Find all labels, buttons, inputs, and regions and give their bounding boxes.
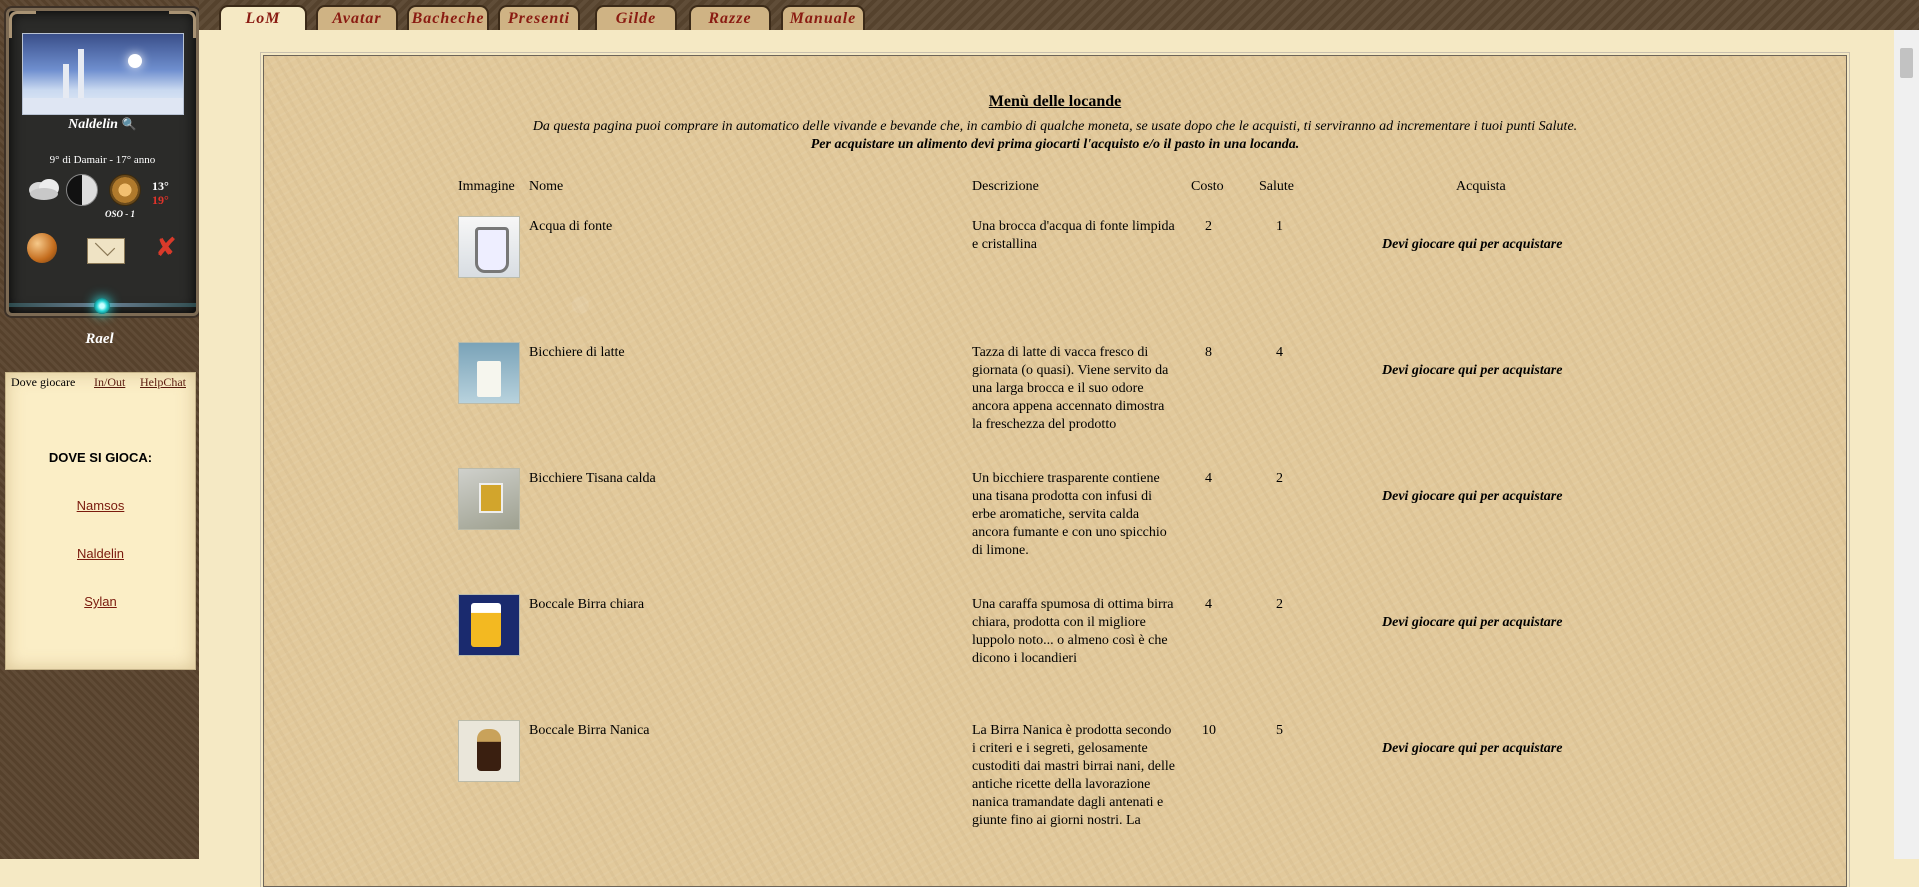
header-acquista: Acquista — [1456, 179, 1506, 194]
close-icon[interactable]: ✘ — [155, 233, 177, 263]
item-cost: 2 — [1205, 219, 1212, 234]
buy-note: Devi giocare qui per acquistare — [1382, 489, 1563, 504]
tower-shape — [78, 49, 84, 104]
tab-lom[interactable]: LoM — [219, 5, 307, 33]
buy-note: Devi giocare qui per acquistare — [1382, 741, 1563, 756]
item-name: Bicchiere Tisana calda — [529, 471, 656, 486]
temperature-secondary: 19° — [152, 193, 169, 207]
item-name: Boccale Birra chiara — [529, 597, 645, 612]
game-date: 9° di Damair - 17° anno — [49, 154, 156, 166]
menu-panel: Menù delle locande Da questa pagina puoi… — [260, 52, 1850, 887]
item-health: 2 — [1276, 597, 1283, 612]
item-description: Un bicchiere trasparente contiene una ti… — [972, 471, 1167, 558]
item-name: Bicchiere di latte — [529, 345, 625, 360]
beer-mug-icon — [458, 594, 520, 656]
tab-avatar[interactable]: Avatar — [316, 5, 398, 31]
item-description: Tazza di latte di vacca fresco di giorna… — [972, 345, 1169, 432]
header-immagine: Immagine — [458, 179, 515, 194]
item-cost: 4 — [1205, 471, 1212, 486]
status-frame: Naldelin 🔍 9° di Damair - 17° anno OSO - … — [6, 8, 199, 316]
envelope-icon[interactable] — [87, 238, 125, 264]
location-name-text[interactable]: Naldelin — [68, 117, 118, 132]
tab-helpchat[interactable]: HelpChat — [140, 375, 186, 390]
location-image[interactable] — [22, 33, 184, 115]
milk-glass-icon — [458, 342, 520, 404]
place-link-naldelin[interactable]: Naldelin — [6, 546, 195, 561]
location-name[interactable]: Naldelin 🔍 — [9, 117, 196, 133]
user-name[interactable]: Rael — [0, 331, 199, 348]
water-pitcher-icon — [458, 216, 520, 278]
item-cost: 4 — [1205, 597, 1212, 612]
moon-shape — [128, 54, 142, 68]
item-cost: 8 — [1205, 345, 1212, 360]
item-description: Una brocca d'acqua di fonte limpida e cr… — [972, 219, 1175, 252]
intro-note: Per acquistare un alimento devi prima gi… — [810, 137, 1300, 152]
item-health: 2 — [1276, 471, 1283, 486]
header-descrizione: Descrizione — [972, 179, 1039, 194]
tab-in-out[interactable]: In/Out — [94, 375, 125, 390]
main-content: Menù delle locande Da questa pagina puoi… — [199, 30, 1894, 887]
vertical-scrollbar[interactable] — [1894, 30, 1919, 859]
item-health: 4 — [1276, 345, 1283, 360]
item-cost: 10 — [1202, 723, 1216, 738]
search-icon[interactable]: 🔍 — [122, 117, 137, 131]
globe-icon[interactable] — [27, 233, 57, 263]
herbal-tea-icon — [458, 468, 520, 530]
header-costo: Costo — [1191, 179, 1224, 194]
place-link-sylan[interactable]: Sylan — [6, 594, 195, 609]
item-name: Acqua di fonte — [529, 219, 613, 234]
place-link-namsos[interactable]: Namsos — [6, 498, 195, 513]
tab-manuale[interactable]: Manuale — [781, 5, 865, 31]
item-description: Una caraffa spumosa di ottima birra chia… — [972, 597, 1174, 666]
scrollbar-thumb[interactable] — [1900, 48, 1913, 78]
item-name: Boccale Birra Nanica — [529, 723, 650, 738]
item-description: La Birra Nanica è prodotta secondo i cri… — [972, 723, 1175, 828]
wind-label: OSO - 1 — [105, 209, 136, 219]
top-tab-bar: LoM Avatar Bacheche Presenti Gilde Razze… — [199, 0, 1919, 33]
gem-icon — [94, 298, 110, 314]
header-nome: Nome — [529, 179, 564, 194]
where-to-play-panel: Dove giocare In/Out HelpChat DOVE SI GIO… — [5, 372, 196, 670]
buy-note: Devi giocare qui per acquistare — [1382, 237, 1563, 252]
snow-hill-shape — [23, 98, 183, 114]
item-health: 5 — [1276, 723, 1283, 738]
where-title: DOVE SI GIOCA: — [48, 450, 153, 465]
buy-note: Devi giocare qui per acquistare — [1382, 363, 1563, 378]
moon-phase-icon — [66, 174, 98, 206]
intro-text: Da questa pagina puoi comprare in automa… — [532, 119, 1578, 134]
tab-dove-giocare[interactable]: Dove giocare — [11, 375, 75, 390]
tab-bacheche[interactable]: Bacheche — [407, 5, 489, 31]
item-health: 1 — [1276, 219, 1283, 234]
panel-tabs: Dove giocare In/Out HelpChat — [6, 373, 195, 395]
tab-presenti[interactable]: Presenti — [498, 5, 580, 31]
temperature: 13° — [152, 179, 169, 193]
page-title: Menù delle locande — [988, 93, 1122, 110]
cloud-icon — [29, 179, 59, 200]
buy-note: Devi giocare qui per acquistare — [1382, 615, 1563, 630]
wind-compass-icon — [109, 174, 141, 206]
header-salute: Salute — [1259, 179, 1294, 194]
tab-razze[interactable]: Razze — [689, 5, 771, 31]
sidebar: Naldelin 🔍 9° di Damair - 17° anno OSO - … — [0, 0, 199, 859]
dwarf-beer-icon — [458, 720, 520, 782]
tab-gilde[interactable]: Gilde — [595, 5, 677, 31]
